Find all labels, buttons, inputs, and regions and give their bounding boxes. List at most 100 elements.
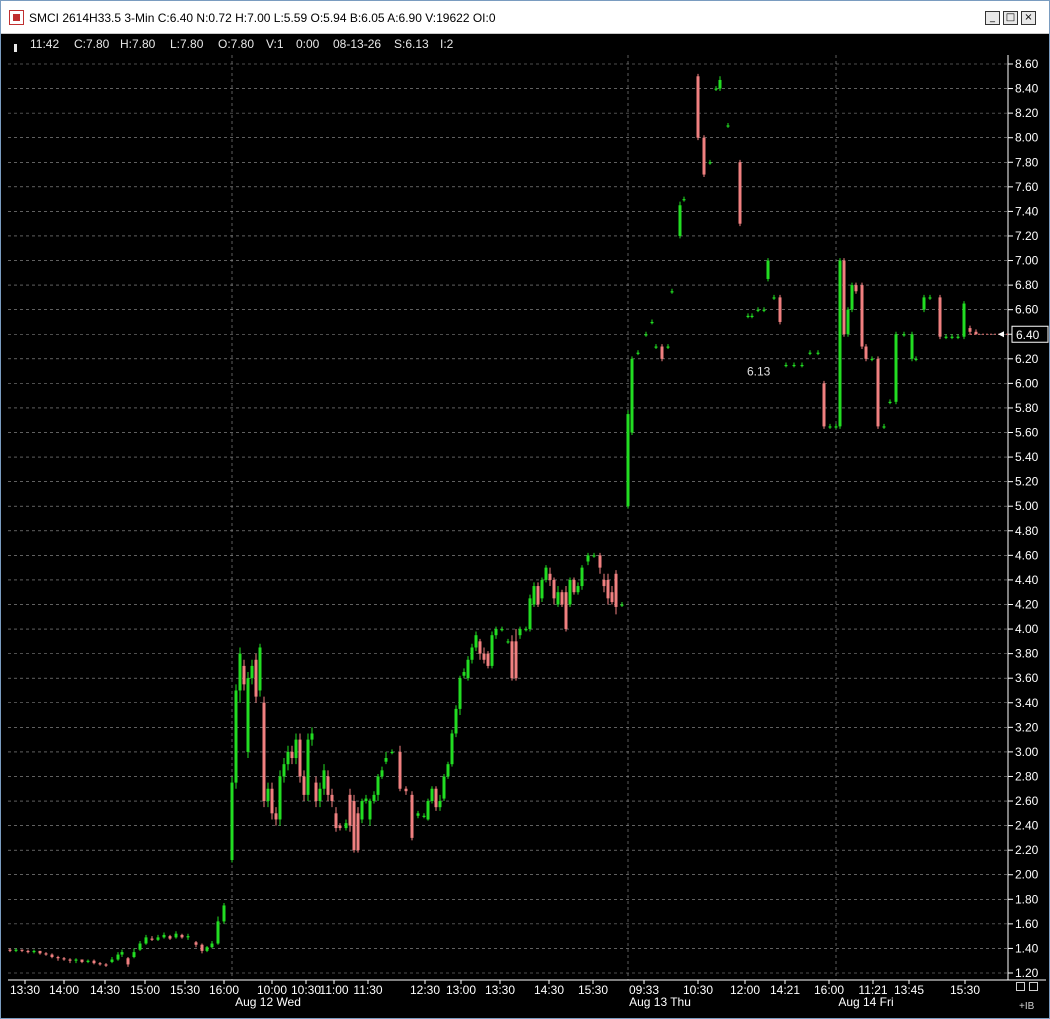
candle <box>586 552 590 566</box>
candle-body <box>846 309 850 335</box>
candle-body <box>746 315 750 318</box>
toggle-a-icon[interactable] <box>1016 982 1025 991</box>
candle <box>290 745 294 765</box>
candle <box>968 325 972 335</box>
x-date-label: Aug 14 Fri <box>838 995 893 1009</box>
toggle-b-icon[interactable] <box>1029 982 1038 991</box>
candle <box>914 356 918 362</box>
candle-body <box>552 579 556 599</box>
candle <box>922 294 926 313</box>
candle <box>532 582 536 607</box>
candle <box>274 807 278 826</box>
candle-body <box>644 334 648 336</box>
candle <box>556 586 560 607</box>
candle-body <box>678 205 682 236</box>
candle <box>772 294 776 300</box>
x-date-label: Aug 13 Thu <box>629 995 691 1009</box>
candle-body <box>454 708 458 734</box>
candle <box>372 791 376 804</box>
candle-body <box>168 936 172 939</box>
candle-body <box>598 555 602 568</box>
candle <box>956 334 960 340</box>
chart-grid <box>8 55 1008 980</box>
candle-body <box>738 162 742 224</box>
candle <box>438 794 442 811</box>
candle <box>696 73 700 141</box>
candle-body <box>14 949 18 951</box>
candle <box>822 380 826 429</box>
candle-body <box>8 949 12 951</box>
candle-body <box>230 782 234 860</box>
candle-body <box>568 579 572 605</box>
candle <box>138 941 142 951</box>
candle-body <box>718 79 722 89</box>
candle-body <box>360 801 364 820</box>
candle <box>126 957 130 967</box>
candle <box>56 955 60 961</box>
candle-body <box>234 690 238 783</box>
candle <box>756 307 760 313</box>
candle <box>750 313 754 319</box>
candle-body <box>338 825 342 829</box>
candle <box>846 307 850 337</box>
candle-body <box>364 798 368 802</box>
candle <box>962 301 966 340</box>
y-tick-label: 3.20 <box>1015 720 1039 734</box>
y-tick-label: 8.40 <box>1015 82 1039 96</box>
y-tick-label: 3.40 <box>1015 696 1039 710</box>
y-tick-label: 8.20 <box>1015 106 1039 120</box>
candle <box>216 916 220 945</box>
candle <box>580 565 584 590</box>
candle-body <box>784 364 788 367</box>
candle-body <box>750 315 754 318</box>
last-price-label: 6.40 <box>1016 328 1040 342</box>
candle-body <box>478 641 482 654</box>
candle <box>314 776 318 808</box>
candle <box>482 647 486 664</box>
candle-body <box>258 647 262 691</box>
candle <box>708 159 712 165</box>
candle-body <box>80 959 84 962</box>
candle <box>20 949 24 953</box>
candle-body <box>422 815 426 817</box>
candle-body <box>822 383 826 427</box>
candle <box>242 659 246 691</box>
candle-body <box>514 641 518 679</box>
x-tick-label: 12:00 <box>730 983 760 997</box>
candle <box>714 86 718 92</box>
candle <box>266 782 270 808</box>
candle-body <box>294 739 298 759</box>
y-tick-label: 5.40 <box>1015 450 1039 464</box>
candle <box>838 258 842 429</box>
candle-body <box>614 573 618 607</box>
price-chart[interactable]: 1.20 1.40 1.60 1.80 2.00 2.20 2.40 2.60 2.80 3.00… <box>0 0 1050 1019</box>
candle-body <box>486 653 490 666</box>
candle <box>462 668 466 679</box>
candle <box>44 952 48 956</box>
candle-body <box>910 334 914 359</box>
candle-body <box>376 776 380 795</box>
candle-body <box>74 959 78 961</box>
candle-body <box>266 788 270 802</box>
candle-body <box>326 776 330 795</box>
candle <box>458 675 462 716</box>
candle <box>864 344 868 362</box>
y-tick-label: 2.80 <box>1015 769 1039 783</box>
candle <box>246 672 250 759</box>
candle-body <box>620 604 624 606</box>
candle-body <box>572 579 576 593</box>
candle <box>536 582 540 607</box>
candle-body <box>462 672 466 676</box>
candle-body <box>356 813 360 851</box>
y-tick-label: 1.20 <box>1015 966 1039 980</box>
candle-body <box>882 426 886 428</box>
y-tick-label: 2.00 <box>1015 868 1039 882</box>
candle <box>200 943 204 954</box>
candle <box>352 794 356 853</box>
candle <box>726 122 730 128</box>
y-tick-label: 5.60 <box>1015 426 1039 440</box>
candle <box>348 788 352 832</box>
candle <box>842 258 846 337</box>
y-tick-label: 3.60 <box>1015 671 1039 685</box>
candle <box>486 651 490 669</box>
